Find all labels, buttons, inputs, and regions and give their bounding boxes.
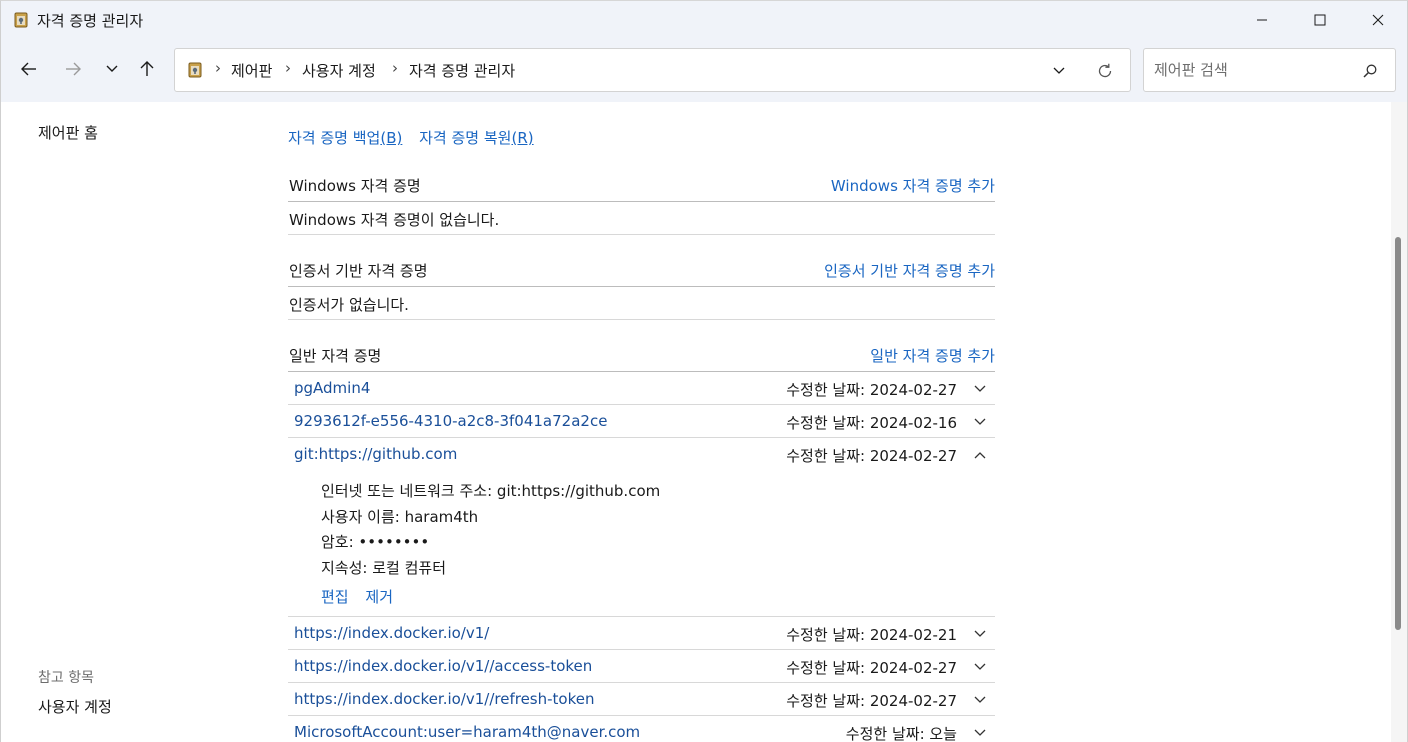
certificate-credentials-header: 인증서 기반 자격 증명 인증서 기반 자격 증명 추가 <box>288 254 995 287</box>
credential-row[interactable]: https://index.docker.io/v1//refresh-toke… <box>288 683 995 716</box>
add-windows-credential-link[interactable]: Windows 자격 증명 추가 <box>831 175 995 196</box>
chevron-down-icon[interactable] <box>973 726 987 740</box>
search-input[interactable] <box>1154 58 1354 82</box>
window-title: 자격 증명 관리자 <box>37 12 144 30</box>
add-generic-credential-link[interactable]: 일반 자격 증명 추가 <box>870 345 995 366</box>
section-title: 인증서 기반 자격 증명 <box>289 262 428 280</box>
maximize-button[interactable] <box>1291 1 1349 39</box>
credential-actions: 편집 제거 <box>321 586 405 607</box>
credential-row[interactable]: pgAdmin4 수정한 날짜: 2024-02-27 <box>288 372 995 405</box>
credential-name[interactable]: https://index.docker.io/v1//access-token <box>294 657 592 675</box>
chevron-up-icon[interactable] <box>973 448 987 462</box>
remove-credential-link[interactable]: 제거 <box>365 588 393 606</box>
username-line: 사용자 이름: haram4th <box>321 508 479 526</box>
refresh-button[interactable] <box>1091 60 1119 82</box>
certificate-credentials-empty: 인증서가 없습니다. <box>288 287 995 320</box>
backup-credentials-link[interactable]: 자격 증명 백업(B) <box>288 129 402 147</box>
chevron-down-icon[interactable] <box>973 660 987 674</box>
generic-credentials-header: 일반 자격 증명 일반 자격 증명 추가 <box>288 339 995 372</box>
breadcrumb-separator[interactable]: › <box>285 59 291 77</box>
title-bar: 자격 증명 관리자 <box>0 0 1408 38</box>
section-title: 일반 자격 증명 <box>289 347 382 365</box>
edit-credential-link[interactable]: 편집 <box>321 588 349 606</box>
refresh-icon <box>1098 63 1112 78</box>
credential-detail: 인터넷 또는 네트워크 주소: git:https://github.com 사… <box>288 471 995 617</box>
backup-restore-links: 자격 증명 백업(B) 자격 증명 복원(R) <box>288 127 546 148</box>
breadcrumb-separator[interactable]: › <box>392 59 398 77</box>
address-bar[interactable]: › 제어판 › 사용자 계정 › 자격 증명 관리자 <box>174 48 1131 92</box>
credential-modified-date: 수정한 날짜: 2024-02-27 <box>786 381 957 399</box>
credential-manager-icon <box>188 62 202 78</box>
close-icon <box>1372 14 1384 26</box>
arrow-right-icon <box>66 62 81 76</box>
back-button[interactable] <box>14 54 44 84</box>
credential-name[interactable]: MicrosoftAccount:user=haram4th@naver.com <box>294 723 640 741</box>
arrow-left-icon <box>21 62 36 76</box>
navigation-bar: › 제어판 › 사용자 계정 › 자격 증명 관리자 <box>0 38 1408 102</box>
network-address-line: 인터넷 또는 네트워크 주소: git:https://github.com <box>321 482 661 500</box>
chevron-down-icon <box>106 65 118 72</box>
forward-button[interactable] <box>58 54 88 84</box>
scrollbar-thumb[interactable] <box>1395 237 1401 630</box>
credential-name[interactable]: pgAdmin4 <box>294 379 370 397</box>
credential-manager-icon <box>14 12 28 28</box>
credential-row[interactable]: https://index.docker.io/v1/ 수정한 날짜: 2024… <box>288 617 995 650</box>
credential-row[interactable]: MicrosoftAccount:user=haram4th@naver.com… <box>288 716 995 742</box>
up-button[interactable] <box>132 54 162 84</box>
credential-modified-date: 수정한 날짜: 2024-02-21 <box>786 626 957 644</box>
credential-modified-date: 수정한 날짜: 2024-02-27 <box>786 447 957 465</box>
credential-name[interactable]: https://index.docker.io/v1/ <box>294 624 489 642</box>
credential-modified-date: 수정한 날짜: 2024-02-27 <box>786 659 957 677</box>
breadcrumb-user-accounts[interactable]: 사용자 계정 <box>302 60 376 81</box>
password-line: 암호: •••••••• <box>321 533 430 551</box>
windows-credentials-empty: Windows 자격 증명이 없습니다. <box>288 202 995 235</box>
credential-row[interactable]: 9293612f-e556-4310-a2c8-3f041a72a2ce 수정한… <box>288 405 995 438</box>
credential-row-expanded[interactable]: git:https://github.com 수정한 날짜: 2024-02-2… <box>288 438 995 471</box>
address-history-button[interactable] <box>1045 60 1073 82</box>
maximize-icon <box>1314 14 1326 26</box>
search-icon[interactable] <box>1361 62 1379 80</box>
search-box[interactable] <box>1143 48 1396 92</box>
breadcrumb-control-panel[interactable]: 제어판 <box>231 60 272 81</box>
minimize-icon <box>1257 19 1267 21</box>
windows-credentials-header: Windows 자격 증명 Windows 자격 증명 추가 <box>288 169 995 202</box>
add-certificate-credential-link[interactable]: 인증서 기반 자격 증명 추가 <box>824 260 995 281</box>
control-panel-home-link[interactable]: 제어판 홈 <box>38 122 98 143</box>
chevron-down-icon[interactable] <box>973 415 987 429</box>
section-title: Windows 자격 증명 <box>289 177 421 195</box>
user-accounts-link[interactable]: 사용자 계정 <box>38 696 112 717</box>
chevron-down-icon[interactable] <box>973 693 987 707</box>
restore-credentials-link[interactable]: 자격 증명 복원(R) <box>419 129 533 147</box>
credential-name[interactable]: https://index.docker.io/v1//refresh-toke… <box>294 690 594 708</box>
recent-locations-button[interactable] <box>97 54 127 84</box>
close-button[interactable] <box>1349 1 1407 39</box>
credential-name[interactable]: 9293612f-e556-4310-a2c8-3f041a72a2ce <box>294 412 607 430</box>
credential-row[interactable]: https://index.docker.io/v1//access-token… <box>288 650 995 683</box>
credential-modified-date: 수정한 날짜: 2024-02-27 <box>786 692 957 710</box>
see-also-heading: 참고 항목 <box>38 670 94 686</box>
empty-message: Windows 자격 증명이 없습니다. <box>289 211 500 229</box>
breadcrumb-credential-manager[interactable]: 자격 증명 관리자 <box>409 60 515 81</box>
vertical-scrollbar[interactable] <box>1391 102 1407 742</box>
credential-name[interactable]: git:https://github.com <box>294 445 457 463</box>
main-content: 제어판 홈 참고 항목 사용자 계정 자격 증명 백업(B) 자격 증명 복원(… <box>0 102 1408 742</box>
chevron-down-icon <box>1053 67 1065 74</box>
minimize-button[interactable] <box>1233 1 1291 39</box>
breadcrumb-separator[interactable]: › <box>215 59 221 77</box>
chevron-down-icon[interactable] <box>973 382 987 396</box>
chevron-down-icon[interactable] <box>973 627 987 641</box>
credential-modified-date: 수정한 날짜: 오늘 <box>845 725 957 742</box>
credential-modified-date: 수정한 날짜: 2024-02-16 <box>786 414 957 432</box>
persistence-line: 지속성: 로컬 컴퓨터 <box>321 559 446 577</box>
arrow-up-icon <box>140 61 154 76</box>
empty-message: 인증서가 없습니다. <box>289 296 409 314</box>
